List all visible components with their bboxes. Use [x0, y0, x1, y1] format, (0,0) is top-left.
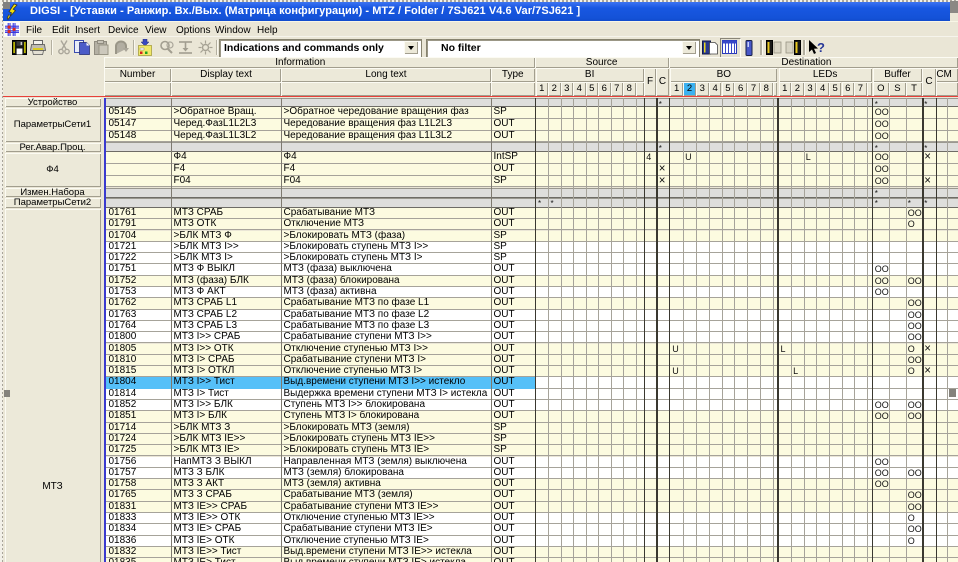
svg-text:?: ? [817, 40, 825, 55]
